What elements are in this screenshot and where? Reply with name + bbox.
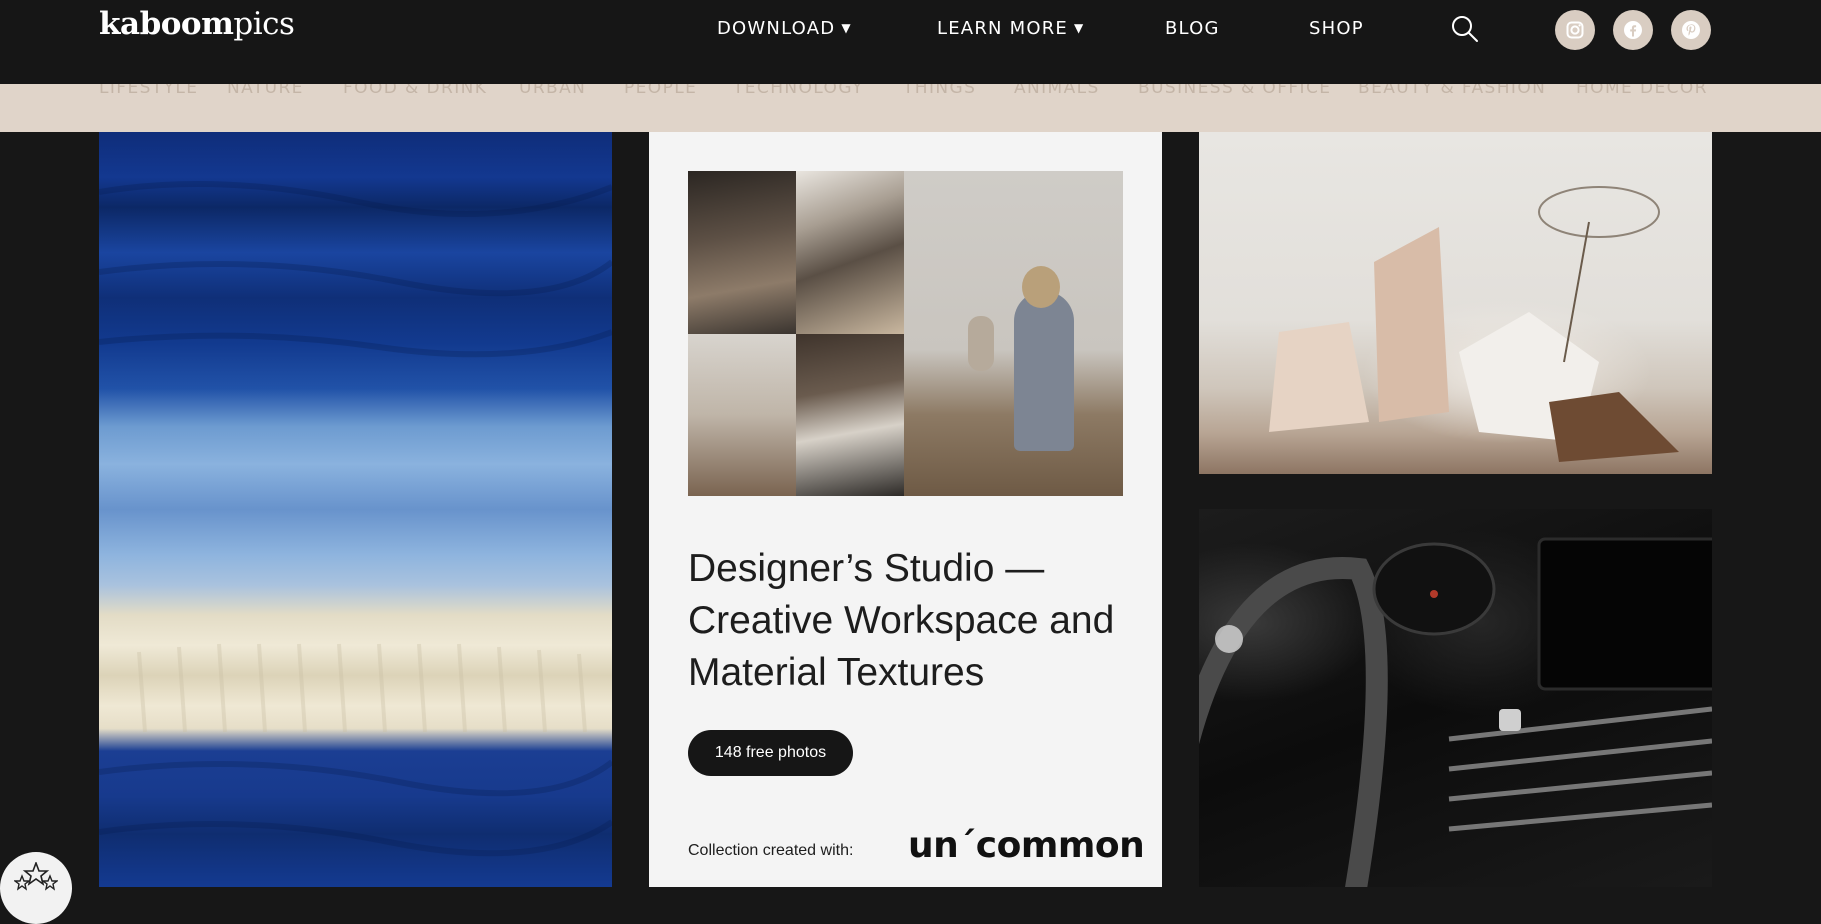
- nav-shop[interactable]: SHOP: [1309, 18, 1364, 39]
- category-things[interactable]: THINGS: [903, 84, 976, 98]
- collage-tile-samples: [796, 171, 904, 334]
- nav-learn-more-label: LEARN MORE: [937, 18, 1068, 39]
- category-home-decor[interactable]: HOME DECOR: [1576, 84, 1708, 98]
- site-header: kaboompics DOWNLOAD ▼ LEARN MORE ▼ BLOG SH…: [0, 0, 1821, 84]
- category-urban[interactable]: URBAN: [519, 84, 586, 98]
- nav-download[interactable]: DOWNLOAD ▼: [717, 18, 852, 39]
- search-icon[interactable]: [1450, 14, 1480, 44]
- nav-blog[interactable]: BLOG: [1165, 18, 1220, 39]
- category-food-drink[interactable]: FOOD & DRINK: [343, 84, 487, 98]
- category-people[interactable]: PEOPLE: [624, 84, 697, 98]
- featured-collection-card[interactable]: Designer’s Studio — Creative Workspace a…: [649, 132, 1162, 887]
- photo-car-interior[interactable]: [1199, 509, 1712, 887]
- collection-collage: [688, 171, 1123, 496]
- uncommon-logo[interactable]: un´common: [908, 825, 1145, 866]
- nav-blog-label: BLOG: [1165, 18, 1220, 39]
- stone-shapes: [1269, 186, 1679, 462]
- category-bar: LIFESTYLE NATURE FOOD & DRINK URBAN PEOP…: [0, 84, 1821, 132]
- photo-folded-sweaters[interactable]: [99, 132, 612, 887]
- collage-tile-desk-hands: [688, 171, 796, 334]
- site-logo[interactable]: kaboompics: [99, 6, 295, 42]
- stars-icon: [14, 862, 58, 891]
- sweater-texture: [99, 181, 612, 857]
- category-technology[interactable]: TECHNOLOGY: [733, 84, 864, 98]
- collage-vase: [968, 316, 994, 371]
- category-animals[interactable]: ANIMALS: [1014, 84, 1100, 98]
- category-nature[interactable]: NATURE: [227, 84, 304, 98]
- nav-learn-more[interactable]: LEARN MORE ▼: [937, 18, 1084, 39]
- rating-badge[interactable]: [0, 852, 72, 924]
- collage-figure-head: [1022, 266, 1060, 308]
- collage-tile-woman-studio: [904, 171, 1123, 496]
- category-beauty-fashion[interactable]: BEAUTY & FASHION: [1358, 84, 1546, 98]
- chevron-down-icon: ▼: [1074, 21, 1085, 35]
- pinterest-icon[interactable]: [1671, 10, 1711, 50]
- category-lifestyle[interactable]: LIFESTYLE: [99, 84, 198, 98]
- category-business-office[interactable]: BUSINESS & OFFICE: [1138, 84, 1331, 98]
- collage-tile-materials: [796, 334, 904, 496]
- chevron-down-icon: ▼: [841, 21, 852, 35]
- collection-credit-label: Collection created with:: [688, 842, 854, 859]
- nav-shop-label: SHOP: [1309, 18, 1364, 39]
- facebook-icon[interactable]: [1613, 10, 1653, 50]
- photo-stone-decor[interactable]: [1199, 132, 1712, 474]
- collage-tile-shelf: [688, 334, 796, 496]
- collage-figure: [1014, 291, 1074, 451]
- photo-count-button[interactable]: 148 free photos: [688, 730, 853, 776]
- car-dashboard: [1199, 537, 1712, 887]
- collection-title: Designer’s Studio — Creative Workspace a…: [688, 547, 1115, 694]
- nav-download-label: DOWNLOAD: [717, 18, 836, 39]
- instagram-icon[interactable]: [1555, 10, 1595, 50]
